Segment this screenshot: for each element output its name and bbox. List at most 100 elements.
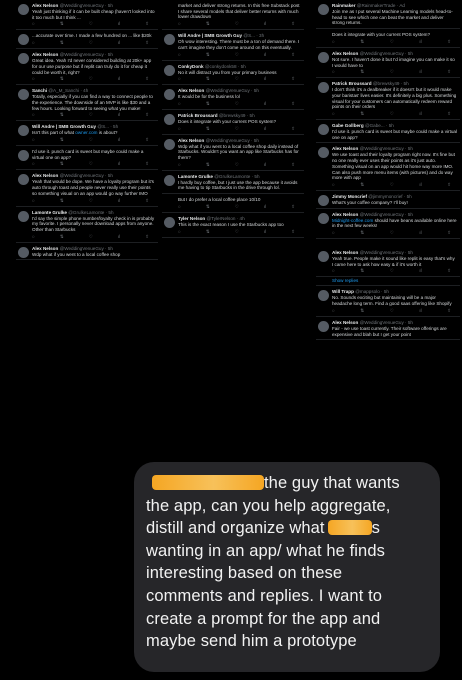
- share-icon[interactable]: ⇧: [291, 76, 295, 82]
- repost-icon[interactable]: ⇅: [60, 76, 64, 82]
- views-icon[interactable]: ıl: [118, 21, 120, 27]
- reply-icon[interactable]: ○: [178, 52, 181, 58]
- tweet-link[interactable]: Midnight-coffee.com: [332, 218, 373, 223]
- views-icon[interactable]: ıl: [264, 204, 266, 210]
- repost-icon[interactable]: ⇅: [206, 76, 210, 82]
- share-icon[interactable]: ⇧: [145, 198, 149, 204]
- reply-icon[interactable]: ○: [178, 204, 181, 210]
- views-icon[interactable]: ıl: [118, 76, 120, 82]
- reply-icon[interactable]: ○: [332, 230, 335, 236]
- reply-icon[interactable]: ○: [32, 21, 35, 27]
- views-icon[interactable]: ıl: [264, 101, 266, 107]
- views-icon[interactable]: ıl: [118, 40, 120, 46]
- repost-icon[interactable]: ⇅: [60, 198, 64, 204]
- repost-icon[interactable]: ⇅: [60, 234, 64, 240]
- share-icon[interactable]: ⇧: [291, 229, 295, 235]
- reply-icon[interactable]: ○: [178, 162, 181, 168]
- share-icon[interactable]: ⇧: [145, 161, 149, 167]
- like-icon[interactable]: ♡: [390, 230, 394, 236]
- like-icon[interactable]: ♡: [235, 204, 239, 210]
- like-icon[interactable]: ♡: [390, 182, 394, 188]
- like-icon[interactable]: ♡: [89, 234, 93, 240]
- reply-icon[interactable]: ○: [178, 76, 181, 82]
- share-icon[interactable]: ⇧: [447, 111, 451, 117]
- reply-icon[interactable]: ○: [32, 198, 35, 204]
- share-icon[interactable]: ⇧: [447, 182, 451, 188]
- reply-icon[interactable]: ○: [332, 39, 335, 45]
- views-icon[interactable]: ıl: [419, 69, 421, 75]
- views-icon[interactable]: ıl: [419, 182, 421, 188]
- like-icon[interactable]: ♡: [390, 111, 394, 117]
- like-icon[interactable]: ♡: [235, 52, 239, 58]
- share-icon[interactable]: ⇧: [145, 112, 149, 118]
- views-icon[interactable]: ıl: [264, 162, 266, 168]
- chat-message-bubble[interactable]: the guy that wants the app, can you help…: [134, 462, 440, 672]
- reply-icon[interactable]: ○: [332, 69, 335, 75]
- repost-icon[interactable]: ⇅: [60, 112, 64, 118]
- views-icon[interactable]: ıl: [118, 161, 120, 167]
- repost-icon[interactable]: ⇅: [206, 126, 210, 132]
- repost-icon[interactable]: ⇅: [60, 40, 64, 46]
- reply-icon[interactable]: ○: [332, 182, 335, 188]
- reply-icon[interactable]: ○: [32, 40, 35, 46]
- like-icon[interactable]: ♡: [89, 21, 93, 27]
- share-icon[interactable]: ⇧: [145, 76, 149, 82]
- views-icon[interactable]: ıl: [264, 229, 266, 235]
- reply-icon[interactable]: ○: [32, 112, 35, 118]
- repost-icon[interactable]: ⇅: [206, 204, 210, 210]
- repost-icon[interactable]: ⇅: [60, 21, 64, 27]
- like-icon[interactable]: ♡: [390, 39, 394, 45]
- share-icon[interactable]: ⇧: [291, 101, 295, 107]
- views-icon[interactable]: ıl: [118, 137, 120, 143]
- like-icon[interactable]: ♡: [235, 21, 239, 27]
- share-icon[interactable]: ⇧: [447, 230, 451, 236]
- share-icon[interactable]: ⇧: [291, 126, 295, 132]
- repost-icon[interactable]: ⇅: [360, 308, 364, 314]
- views-icon[interactable]: ıl: [264, 126, 266, 132]
- reply-icon[interactable]: ○: [178, 229, 181, 235]
- repost-icon[interactable]: ⇅: [206, 162, 210, 168]
- share-icon[interactable]: ⇧: [447, 308, 451, 314]
- like-icon[interactable]: ♡: [89, 198, 93, 204]
- like-icon[interactable]: ♡: [235, 229, 239, 235]
- like-icon[interactable]: ♡: [390, 308, 394, 314]
- tweet-link[interactable]: owner.com: [75, 130, 97, 135]
- repost-icon[interactable]: ⇅: [360, 39, 364, 45]
- like-icon[interactable]: ♡: [390, 268, 394, 274]
- reply-icon[interactable]: ○: [178, 101, 181, 107]
- repost-icon[interactable]: ⇅: [360, 69, 364, 75]
- repost-icon[interactable]: ⇅: [60, 137, 64, 143]
- views-icon[interactable]: ıl: [419, 268, 421, 274]
- share-icon[interactable]: ⇧: [291, 21, 295, 27]
- share-icon[interactable]: ⇧: [145, 21, 149, 27]
- share-icon[interactable]: ⇧: [291, 204, 295, 210]
- share-icon[interactable]: ⇧: [145, 40, 149, 46]
- repost-icon[interactable]: ⇅: [206, 52, 210, 58]
- like-icon[interactable]: ♡: [89, 40, 93, 46]
- like-icon[interactable]: ♡: [89, 137, 93, 143]
- repost-icon[interactable]: ⇅: [60, 161, 64, 167]
- share-icon[interactable]: ⇧: [291, 52, 295, 58]
- views-icon[interactable]: ıl: [264, 21, 266, 27]
- share-icon[interactable]: ⇧: [145, 234, 149, 240]
- reply-icon[interactable]: ○: [32, 234, 35, 240]
- views-icon[interactable]: ıl: [118, 112, 120, 118]
- like-icon[interactable]: ♡: [89, 76, 93, 82]
- repost-icon[interactable]: ⇅: [360, 111, 364, 117]
- repost-icon[interactable]: ⇅: [360, 182, 364, 188]
- views-icon[interactable]: ıl: [419, 230, 421, 236]
- views-icon[interactable]: ıl: [118, 198, 120, 204]
- reply-icon[interactable]: ○: [32, 161, 35, 167]
- repost-icon[interactable]: ⇅: [360, 230, 364, 236]
- views-icon[interactable]: ıl: [264, 52, 266, 58]
- views-icon[interactable]: ıl: [264, 76, 266, 82]
- views-icon[interactable]: ıl: [419, 39, 421, 45]
- repost-icon[interactable]: ⇅: [206, 229, 210, 235]
- reply-icon[interactable]: ○: [32, 137, 35, 143]
- share-icon[interactable]: ⇧: [447, 39, 451, 45]
- share-icon[interactable]: ⇧: [145, 137, 149, 143]
- reply-icon[interactable]: ○: [178, 126, 181, 132]
- share-icon[interactable]: ⇧: [447, 268, 451, 274]
- like-icon[interactable]: ♡: [89, 112, 93, 118]
- reply-icon[interactable]: ○: [32, 76, 35, 82]
